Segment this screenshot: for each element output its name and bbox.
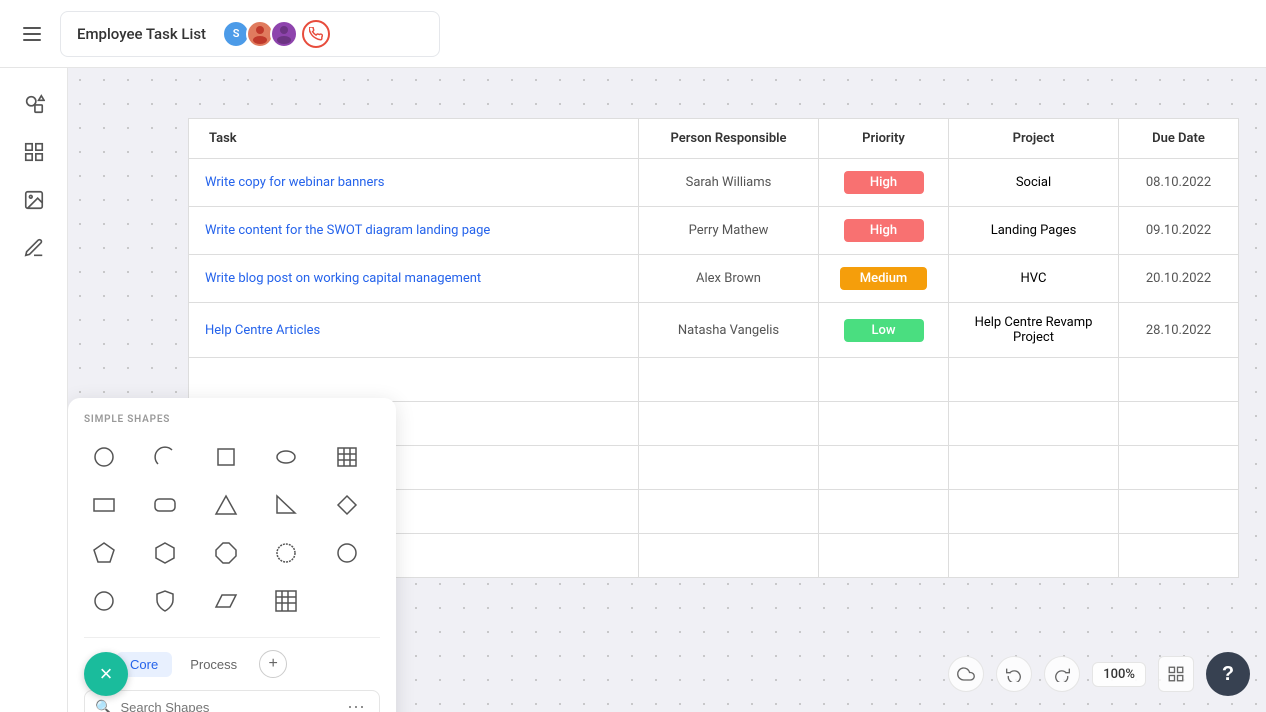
person-cell: Perry Mathew	[639, 207, 819, 255]
shapes-search-bar[interactable]: 🔍 ⋯	[84, 690, 380, 712]
search-shapes-input[interactable]	[120, 700, 335, 712]
shape-pentagon[interactable]	[84, 533, 124, 573]
table-row: Write blog post on working capital manag…	[189, 255, 1239, 303]
sidebar-image-button[interactable]	[14, 180, 54, 220]
date-cell: 08.10.2022	[1119, 159, 1239, 207]
priority-badge: High	[844, 219, 924, 242]
collaborator-avatars: S	[222, 20, 330, 48]
table-row: Write content for the SWOT diagram landi…	[189, 207, 1239, 255]
priority-badge: Medium	[840, 267, 928, 290]
cloud-button[interactable]	[948, 656, 984, 692]
priority-cell: Low	[819, 303, 949, 358]
search-icon: 🔍	[95, 700, 112, 712]
shapes-section-title: SIMPLE SHAPES	[84, 414, 380, 425]
shape-rounded-rect[interactable]	[145, 485, 185, 525]
priority-cell: High	[819, 159, 949, 207]
shape-ellipse[interactable]	[266, 437, 306, 477]
date-cell: 28.10.2022	[1119, 303, 1239, 358]
shape-table[interactable]	[327, 437, 367, 477]
shape-square[interactable]	[206, 437, 246, 477]
task-cell: Write content for the SWOT diagram landi…	[189, 207, 639, 255]
header: Employee Task List S	[0, 0, 1266, 68]
shape-right-triangle[interactable]	[266, 485, 306, 525]
shape-rect[interactable]	[84, 485, 124, 525]
priority-badge: Low	[844, 319, 924, 342]
sidebar-frame-button[interactable]	[14, 132, 54, 172]
task-cell: Write blog post on working capital manag…	[189, 255, 639, 303]
sidebar-draw-button[interactable]	[14, 228, 54, 268]
shape-12gon[interactable]	[266, 533, 306, 573]
col-task: Task	[189, 119, 639, 159]
shapes-tabs: ★ Core Process +	[84, 637, 380, 678]
shape-grid[interactable]	[266, 581, 306, 621]
grid-button[interactable]	[1158, 656, 1194, 692]
redo-button[interactable]	[1044, 656, 1080, 692]
main-canvas[interactable]: Task Person Responsible Priority Project…	[68, 68, 1266, 712]
left-sidebar	[0, 68, 68, 712]
table-row: Write copy for webinar banners Sarah Wil…	[189, 159, 1239, 207]
shape-octagon[interactable]	[206, 533, 246, 573]
shape-hexagon[interactable]	[145, 533, 185, 573]
shapes-grid	[84, 437, 380, 621]
project-cell: Social	[949, 159, 1119, 207]
shape-shield[interactable]	[145, 581, 185, 621]
tab-process[interactable]: Process	[176, 652, 251, 677]
shape-circle2[interactable]	[327, 533, 367, 573]
task-cell: Write copy for webinar banners	[189, 159, 639, 207]
undo-button[interactable]	[996, 656, 1032, 692]
date-cell: 20.10.2022	[1119, 255, 1239, 303]
project-cell: HVC	[949, 255, 1119, 303]
shape-diamond[interactable]	[327, 485, 367, 525]
person-cell: Alex Brown	[639, 255, 819, 303]
person-cell: Sarah Williams	[639, 159, 819, 207]
priority-cell: High	[819, 207, 949, 255]
shape-arc[interactable]	[145, 437, 185, 477]
help-button[interactable]: ?	[1206, 652, 1250, 696]
col-project: Project	[949, 119, 1119, 159]
table-row	[189, 358, 1239, 402]
shape-parallelogram[interactable]	[206, 581, 246, 621]
title-area: Employee Task List S	[60, 11, 440, 57]
avatar-2	[270, 20, 298, 48]
person-cell: Natasha Vangelis	[639, 303, 819, 358]
tab-add-button[interactable]: +	[259, 650, 287, 678]
search-more-button[interactable]: ⋯	[343, 697, 369, 712]
project-cell: Landing Pages	[949, 207, 1119, 255]
col-date: Due Date	[1119, 119, 1239, 159]
sidebar-shapes-button[interactable]	[14, 84, 54, 124]
add-close-float-button[interactable]: ×	[84, 652, 128, 696]
zoom-display: 100%	[1092, 662, 1146, 687]
hamburger-button[interactable]	[16, 18, 48, 50]
priority-cell: Medium	[819, 255, 949, 303]
task-cell: Help Centre Articles	[189, 303, 639, 358]
shape-circle[interactable]	[84, 437, 124, 477]
priority-badge: High	[844, 171, 924, 194]
col-person: Person Responsible	[639, 119, 819, 159]
shape-triangle[interactable]	[206, 485, 246, 525]
call-button[interactable]	[302, 20, 330, 48]
shape-donut[interactable]	[84, 581, 124, 621]
col-priority: Priority	[819, 119, 949, 159]
table-row: Help Centre Articles Natasha Vangelis Lo…	[189, 303, 1239, 358]
project-cell: Help Centre Revamp Project	[949, 303, 1119, 358]
date-cell: 09.10.2022	[1119, 207, 1239, 255]
bottom-bar: 100% ?	[948, 652, 1250, 696]
page-title: Employee Task List	[77, 25, 206, 43]
